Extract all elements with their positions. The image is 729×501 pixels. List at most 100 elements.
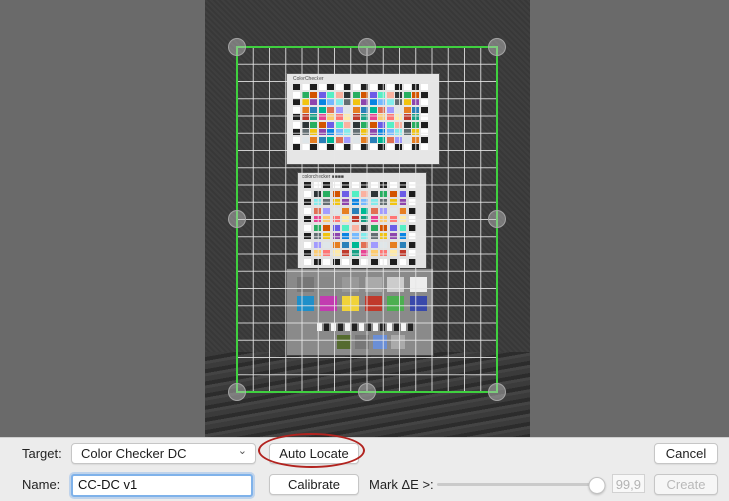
- color-patch: [399, 250, 406, 256]
- color-patch: [408, 258, 416, 265]
- grey-step-patch: [359, 323, 364, 331]
- color-patch: [301, 99, 309, 105]
- color-patch: [304, 216, 311, 222]
- name-input[interactable]: [73, 476, 253, 493]
- color-patch: [380, 258, 387, 265]
- color-patch: [323, 199, 330, 205]
- color-patch: [420, 106, 428, 113]
- color-patch: [380, 250, 387, 256]
- color-patch: [378, 91, 385, 98]
- color-patch: [395, 121, 402, 128]
- color-patch: [332, 216, 340, 222]
- mark-delta-e-slider[interactable]: [437, 483, 605, 486]
- color-patch: [318, 114, 326, 120]
- color-patch: [293, 129, 300, 135]
- color-patch: [313, 190, 321, 197]
- color-patch: [351, 233, 359, 239]
- color-patch: [310, 84, 317, 90]
- color-patch: [412, 99, 419, 105]
- color-patch: [399, 207, 406, 214]
- resize-handle-icon[interactable]: [358, 383, 376, 401]
- color-patch: [342, 190, 349, 197]
- color-patch: [342, 241, 349, 248]
- color-patch: [293, 106, 300, 113]
- color-patch: [361, 129, 368, 135]
- color-patch: [344, 136, 351, 143]
- resize-handle-icon[interactable]: [488, 210, 506, 228]
- color-patch: [403, 136, 411, 143]
- color-patch: [352, 129, 360, 135]
- color-patch: [369, 114, 377, 120]
- color-patch: [389, 190, 397, 197]
- color-patch: [408, 224, 416, 231]
- color-patch: [361, 250, 368, 256]
- grey-step-patch: [380, 323, 385, 331]
- color-patch: [395, 114, 402, 120]
- color-patch: [351, 207, 359, 214]
- color-patch: [352, 91, 360, 98]
- color-patch: [361, 241, 368, 248]
- color-patch: [403, 84, 411, 90]
- color-patch: [408, 190, 416, 197]
- color-patch: [408, 233, 416, 239]
- resize-handle-icon[interactable]: [228, 38, 246, 56]
- color-patch: [332, 224, 340, 231]
- color-patch: [323, 241, 330, 248]
- color-patch: [409, 296, 427, 311]
- resize-handle-icon[interactable]: [228, 210, 246, 228]
- color-patch: [318, 91, 326, 98]
- color-patch: [344, 114, 351, 120]
- create-button[interactable]: Create: [654, 474, 718, 495]
- color-patch: [318, 129, 326, 135]
- color-patch: [342, 296, 359, 311]
- color-patch: [351, 182, 359, 188]
- color-patch: [380, 216, 387, 222]
- color-patch: [332, 190, 340, 197]
- color-patch: [361, 182, 368, 188]
- color-patch: [420, 99, 428, 105]
- chart-brand-text: colorchecker ■■■■: [302, 174, 344, 180]
- color-patch: [310, 121, 317, 128]
- color-patch: [380, 241, 387, 248]
- color-patch: [380, 233, 387, 239]
- color-patch: [399, 258, 406, 265]
- color-patch: [391, 335, 405, 349]
- color-patch: [304, 182, 311, 188]
- calibrate-button[interactable]: Calibrate: [269, 474, 359, 495]
- color-patch: [408, 250, 416, 256]
- color-patch: [318, 84, 326, 90]
- color-patch: [412, 91, 419, 98]
- color-patch: [351, 199, 359, 205]
- mark-delta-e-label: Mark ΔE >:: [369, 477, 434, 492]
- image-viewer[interactable]: ColorChecker colorchecker ■■■■: [0, 0, 729, 437]
- name-field[interactable]: [71, 474, 253, 497]
- color-patch: [361, 121, 368, 128]
- cancel-button[interactable]: Cancel: [654, 443, 718, 464]
- resize-handle-icon[interactable]: [358, 38, 376, 56]
- color-patch: [386, 106, 394, 113]
- slider-thumb[interactable]: [588, 477, 606, 494]
- color-patch: [352, 84, 360, 90]
- color-patch: [412, 106, 419, 113]
- color-patch: [389, 224, 397, 231]
- color-patch: [351, 216, 359, 222]
- color-patch: [389, 233, 397, 239]
- resize-handle-icon[interactable]: [228, 383, 246, 401]
- color-patch: [344, 91, 351, 98]
- resize-handle-icon[interactable]: [488, 38, 506, 56]
- color-patch: [310, 99, 317, 105]
- color-patch: [389, 199, 397, 205]
- color-patch: [323, 207, 330, 214]
- color-patch: [420, 114, 428, 120]
- color-patch: [301, 91, 309, 98]
- color-patch: [327, 84, 334, 90]
- color-patch: [389, 207, 397, 214]
- target-select[interactable]: Color Checker DC ⌄: [71, 443, 256, 464]
- color-patch: [412, 121, 419, 128]
- color-patch: [304, 224, 311, 231]
- name-label: Name:: [22, 477, 61, 492]
- resize-handle-icon[interactable]: [488, 383, 506, 401]
- color-patch: [344, 129, 351, 135]
- color-patch: [408, 207, 416, 214]
- color-patch: [361, 199, 368, 205]
